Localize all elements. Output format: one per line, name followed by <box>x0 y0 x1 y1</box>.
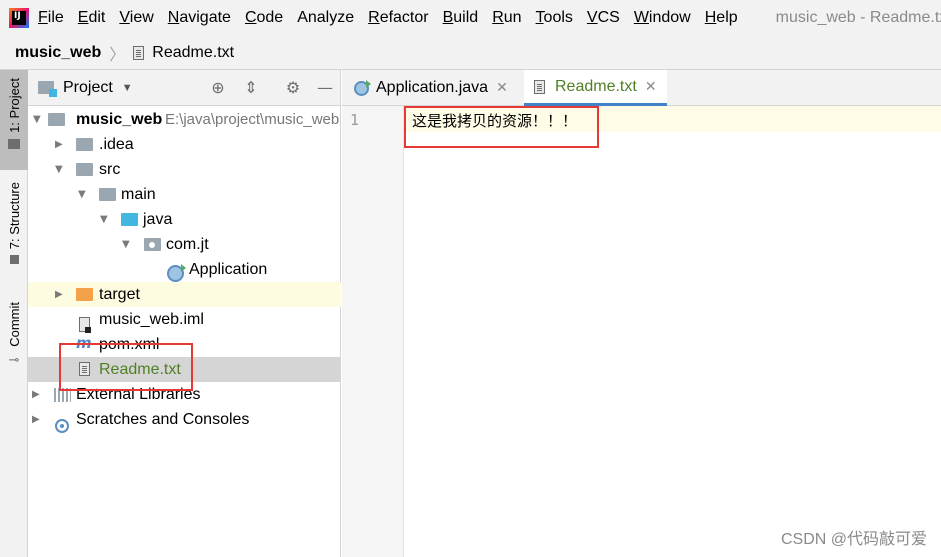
menu-bar: IJ File Edit View Navigate Code Analyze … <box>0 0 941 36</box>
menu-vcs[interactable]: VCS <box>587 9 620 27</box>
text-file-icon <box>133 45 145 60</box>
tab-label: Readme.txt <box>555 77 637 95</box>
close-icon[interactable]: ✕ <box>496 80 508 96</box>
collapsed-arrow-icon[interactable]: ▶ <box>32 389 42 400</box>
tree-item-src[interactable]: ▼ src <box>28 157 341 182</box>
tree-item-scratches[interactable]: ▶ Scratches and Consoles <box>28 407 341 433</box>
tree-item-target[interactable]: ▶ target <box>28 282 341 307</box>
tree-item-music-web[interactable]: ▼ music_web E:\java\project\music_web <box>28 107 341 132</box>
iml-file-icon <box>79 317 91 333</box>
folder-icon <box>76 138 93 151</box>
excluded-folder-icon <box>76 288 93 301</box>
tree-item-label: target <box>99 285 140 303</box>
tree-item-label: com.jt <box>166 235 209 253</box>
tab-readme-txt[interactable]: Readme.txt ✕ <box>524 70 667 106</box>
structure-icon <box>9 255 19 265</box>
menu-code[interactable]: Code <box>245 9 283 27</box>
breadcrumb-file[interactable]: Readme.txt <box>152 44 234 62</box>
tree-item-application[interactable]: Application <box>28 257 341 282</box>
project-panel: Project ▼ ⊕ ⇕ ⚙ — ▼ music_web E:\java\pr… <box>28 70 341 557</box>
spring-boot-class-icon <box>354 79 371 96</box>
module-path: E:\java\project\music_web <box>165 111 340 128</box>
collapsed-arrow-icon[interactable]: ▶ <box>32 414 42 425</box>
tree-item-label: .idea <box>99 135 134 153</box>
tree-item-label: main <box>121 185 156 203</box>
csdn-watermark: CSDN @代码敲可爱 <box>780 531 927 548</box>
tree-item-music-web-iml[interactable]: music_web.iml <box>28 307 341 333</box>
menu-help[interactable]: Help <box>705 9 738 27</box>
menu-file[interactable]: File <box>38 9 64 27</box>
tool-tab-structure[interactable]: 7: Structure <box>0 182 28 282</box>
expanded-arrow-icon[interactable]: ▼ <box>55 164 65 175</box>
gear-icon[interactable]: ⚙ <box>284 79 302 97</box>
menu-view[interactable]: View <box>119 9 153 27</box>
text-file-icon <box>534 79 545 94</box>
tool-tab-commit[interactable]: Commit ⊸ <box>0 302 28 382</box>
menu-tools[interactable]: Tools <box>536 9 573 27</box>
tool-tab-project[interactable]: 1: Project <box>0 70 28 170</box>
tree-item-label: music_web.iml <box>99 310 204 328</box>
annotation-highlight-box <box>59 343 193 391</box>
line-number: 1 <box>350 111 360 129</box>
tab-label: Application.java <box>376 79 489 96</box>
menu-refactor[interactable]: Refactor <box>368 9 428 27</box>
menu-build[interactable]: Build <box>443 9 479 27</box>
menu-analyze[interactable]: Analyze <box>297 9 354 27</box>
locate-icon[interactable]: ⊕ <box>209 79 227 97</box>
navigation-bar: music_web 〉 Readme.txt <box>0 36 941 70</box>
expanded-arrow-icon[interactable]: ▼ <box>78 189 88 200</box>
menu-navigate[interactable]: Navigate <box>168 9 231 27</box>
left-tool-strip: 1: Project 7: Structure Commit ⊸ <box>0 70 28 557</box>
tool-tab-commit-label: Commit <box>6 302 22 347</box>
editor-gutter: 1 <box>342 106 404 557</box>
tree-item-label: Application <box>189 260 268 278</box>
module-folder-icon <box>48 113 65 126</box>
expanded-arrow-icon[interactable]: ▼ <box>100 214 110 225</box>
tree-item-label: src <box>99 160 121 178</box>
editor-text-area[interactable]: 这是我拷贝的资源！！！ <box>404 106 941 557</box>
collapse-all-icon[interactable]: ⇕ <box>242 79 260 97</box>
source-folder-icon <box>121 213 138 226</box>
chevron-down-icon[interactable]: ▼ <box>122 82 133 94</box>
project-view-selector[interactable]: Project <box>63 79 113 97</box>
collapsed-arrow-icon[interactable]: ▶ <box>55 289 65 300</box>
tree-item-main[interactable]: ▼ main <box>28 182 341 207</box>
package-icon <box>144 238 161 251</box>
hide-icon[interactable]: — <box>316 79 334 97</box>
folder-icon <box>8 138 20 149</box>
collapsed-arrow-icon[interactable]: ▶ <box>55 139 65 150</box>
breadcrumb-separator-icon: 〉 <box>109 46 126 64</box>
tree-item-com-jt[interactable]: ▼ com.jt <box>28 232 341 257</box>
expanded-arrow-icon[interactable]: ▼ <box>122 239 132 250</box>
annotation-highlight-box <box>404 106 599 148</box>
tree-item-label: Scratches and Consoles <box>76 410 250 428</box>
project-panel-header: Project ▼ ⊕ ⇕ ⚙ — <box>28 70 340 106</box>
menu-window[interactable]: Window <box>634 9 691 27</box>
tool-tab-structure-label: 7: Structure <box>6 182 22 250</box>
scratches-icon <box>55 418 69 433</box>
editor-tab-bar: Application.java ✕ Readme.txt ✕ <box>342 70 941 106</box>
window-title: music_web - Readme.txt <box>775 9 941 26</box>
breadcrumb-project[interactable]: music_web <box>15 44 101 62</box>
close-icon[interactable]: ✕ <box>645 79 657 95</box>
folder-icon <box>76 163 93 176</box>
tree-item-label: java <box>143 210 173 228</box>
intellij-logo-icon: IJ <box>9 8 29 28</box>
commit-icon: ⊸ <box>8 352 20 368</box>
tree-item-label: music_web <box>76 110 163 128</box>
menu-run[interactable]: Run <box>492 9 521 27</box>
tool-tab-project-label: 1: Project <box>6 78 22 133</box>
tree-item-java[interactable]: ▼ java <box>28 207 341 232</box>
project-icon <box>38 81 57 97</box>
tree-item-idea[interactable]: ▶ .idea <box>28 132 341 157</box>
spring-boot-class-icon <box>167 264 186 282</box>
expanded-arrow-icon[interactable]: ▼ <box>33 114 43 125</box>
menu-edit[interactable]: Edit <box>78 9 106 27</box>
tab-application-java[interactable]: Application.java ✕ <box>354 70 516 106</box>
folder-icon <box>99 188 116 201</box>
